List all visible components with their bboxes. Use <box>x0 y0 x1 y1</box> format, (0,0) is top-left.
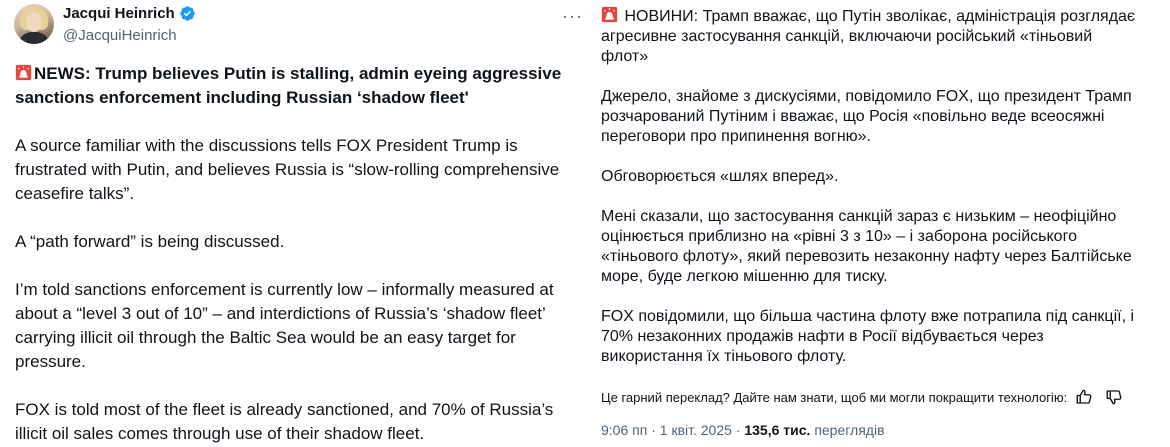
tweet-date[interactable]: 1 квіт. 2025 <box>660 422 732 438</box>
tweet-paragraph: I’m told sanctions enforcement is curren… <box>15 280 554 371</box>
tweet-meta: 9:06 пп · 1 квіт. 2025 · 135,6 тис. пере… <box>601 422 885 438</box>
translated-line: флот» <box>601 48 649 65</box>
translated-line: FOX повідомили, що більша частина флоту … <box>601 308 1135 325</box>
translated-line: оцінюється приблизно на «рівні 3 з 10» –… <box>601 228 1077 245</box>
more-options-button[interactable]: ··· <box>562 6 583 27</box>
translation-feedback: Це гарний переклад? Дайте нам знати, щоб… <box>601 388 1123 406</box>
translation-pane: НОВИНИ: Трамп вважає, що Путін зволікає,… <box>594 0 1170 447</box>
tweet-headline: NEWS: Trump believes Putin is stalling, … <box>15 62 580 110</box>
author-name[interactable]: Jacqui Heinrich <box>63 5 175 22</box>
translated-line: агресивне застосування санкцій, включаюч… <box>601 28 1093 45</box>
translated-headline: НОВИНИ: Трамп вважає, що Путін зволікає,… <box>601 6 1170 67</box>
tweet-paragraph: FOX is told most of the fleet is already… <box>15 400 554 443</box>
translated-line: розчарований Путіним і вважає, що Росія … <box>601 108 1105 125</box>
tweet-paragraph: A source familiar with the discussions t… <box>15 136 560 203</box>
translated-line: переговори про припинення вогню». <box>601 128 871 145</box>
translated-paragraph: Обговорюється «шлях вперед». <box>601 167 1170 187</box>
author-name-row: Jacqui Heinrich <box>63 5 196 22</box>
verified-badge-icon <box>179 6 195 21</box>
author-handle[interactable]: @JacquiHeinrich <box>63 27 177 44</box>
tweet-time[interactable]: 9:06 пп <box>601 422 647 438</box>
tweet-original-pane: Jacqui Heinrich @JacquiHeinrich ··· NEWS… <box>0 0 590 447</box>
feedback-prompt: Це гарний переклад? Дайте нам знати, щоб… <box>601 389 1068 405</box>
thumbs-up-icon[interactable] <box>1075 388 1093 406</box>
meta-separator: · <box>651 422 656 438</box>
tweet-body: NEWS: Trump believes Putin is stalling, … <box>15 62 580 446</box>
thumbs-down-icon[interactable] <box>1105 388 1123 406</box>
translated-line: Джерело, знайоме з дискусіями, повідомил… <box>601 88 1132 105</box>
translated-line: море, буде легкою мішенню для тиску. <box>601 268 888 285</box>
translated-line: Мені сказали, що застосування санкцій за… <box>601 208 1117 225</box>
meta-separator: · <box>735 422 741 438</box>
translated-text: НОВИНИ: Трамп вважає, що Путін зволікає,… <box>601 6 1170 367</box>
tweet-headline-text: NEWS: Trump believes Putin is stalling, … <box>15 64 562 107</box>
translated-line: 70% незаконних продажів нафти в Росії ві… <box>601 328 1044 345</box>
views-label: переглядів <box>814 422 885 438</box>
translated-paragraph: FOX повідомили, що більша частина флоту … <box>601 307 1170 367</box>
siren-icon <box>601 6 618 23</box>
avatar[interactable] <box>14 4 54 44</box>
translated-line: НОВИНИ: Трамп вважає, що Путін зволікає,… <box>624 8 1136 25</box>
translated-paragraph: Джерело, знайоме з дискусіями, повідомил… <box>601 87 1170 147</box>
views-count: 135,6 тис. <box>744 422 811 438</box>
translated-line: «тіньового флоту», який перевозить незак… <box>601 248 1132 265</box>
tweet-paragraph: A “path forward” is being discussed. <box>15 232 285 251</box>
siren-icon <box>15 64 32 81</box>
translated-paragraph: Мені сказали, що застосування санкцій за… <box>601 207 1170 287</box>
translated-line: Обговорюється «шлях вперед». <box>601 168 839 185</box>
translated-line: використання їх тіньового флоту. <box>601 348 847 365</box>
